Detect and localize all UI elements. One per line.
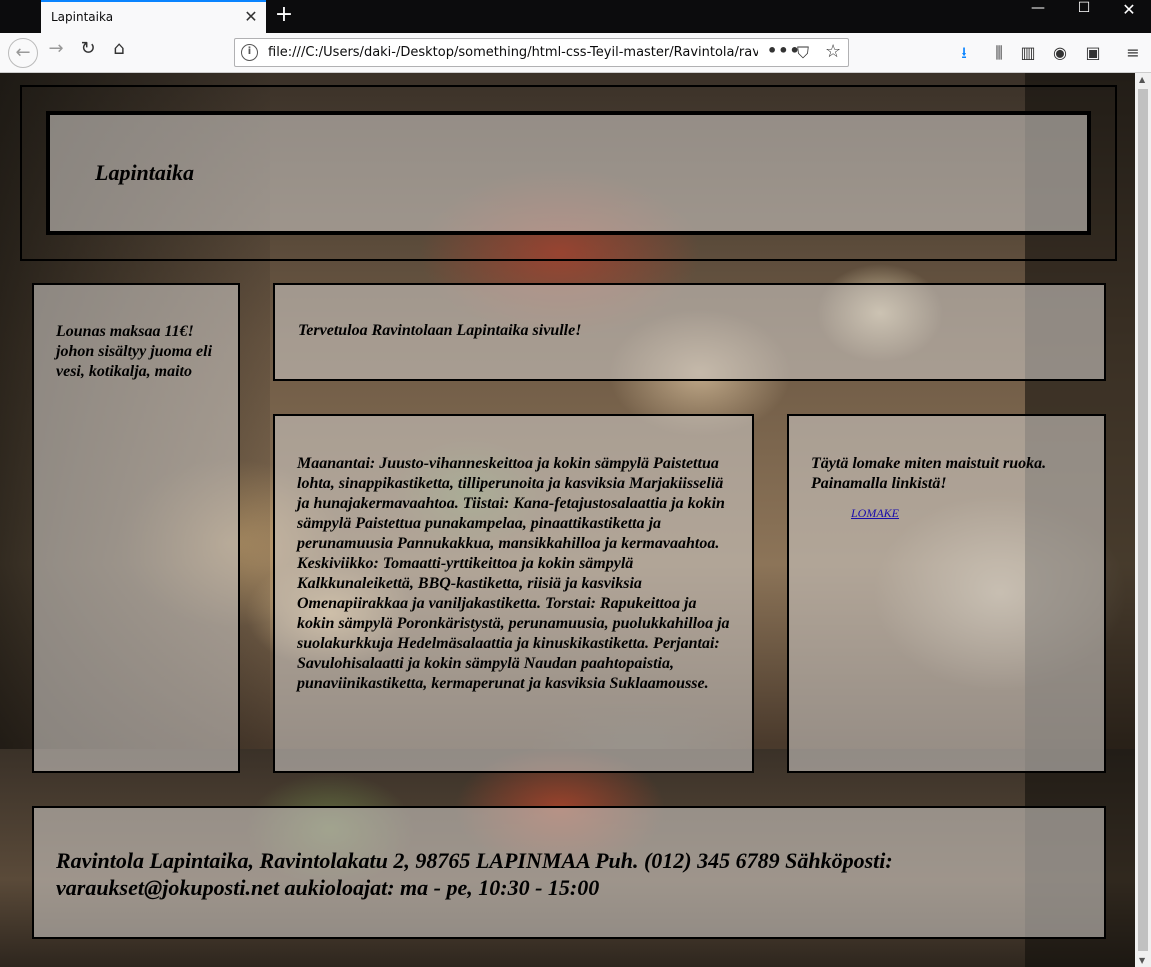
welcome-text: Tervetuloa Ravintolaan Lapintaika sivull… [298,322,582,339]
bookmark-star-icon[interactable]: ☆ [825,41,841,62]
weekly-menu-panel: Maanantai: Juusto-vihanneskeittoa ja kok… [273,414,754,773]
feedback-form-link[interactable]: LOMAKE [851,506,899,521]
lunch-price-panel: Lounas maksaa 11€! johon sisältyy juoma … [32,283,240,773]
footer-contact-text: Ravintola Lapintaika, Ravintolakatu 2, 9… [56,848,893,900]
forward-button[interactable]: → [41,38,71,68]
pocket-icon[interactable]: ⛉ [797,43,809,63]
sidebar-icon[interactable]: ▥ [1016,41,1040,65]
reload-button[interactable]: ↻ [73,38,103,68]
url-text[interactable]: file:///C:/Users/daki-/Desktop/something… [268,45,758,60]
lunch-price-text: Lounas maksaa 11€! johon sisältyy juoma … [56,323,213,380]
weekly-menu-text: Maanantai: Juusto-vihanneskeittoa ja kok… [297,455,730,692]
maximize-button[interactable]: ☐ [1061,0,1107,33]
hamburger-menu-icon[interactable]: ≡ [1121,41,1145,65]
navigation-toolbar: ← → ↻ ⌂ i file:///C:/Users/daki-/Desktop… [0,33,1151,73]
footer: Ravintola Lapintaika, Ravintolakatu 2, 9… [32,806,1106,939]
scroll-down-icon[interactable]: ▼ [1139,956,1145,965]
scroll-up-icon[interactable]: ▲ [1139,75,1145,84]
extension-icon[interactable]: ▣ [1081,41,1105,65]
browser-tab[interactable]: Lapintaika ✕ [41,0,266,33]
home-button[interactable]: ⌂ [104,38,134,68]
download-icon[interactable]: ⭳ [952,41,976,65]
vertical-scrollbar[interactable]: ▲ ▼ [1135,73,1151,967]
close-window-button[interactable]: ✕ [1106,0,1151,33]
title-bar: Lapintaika ✕ + — ☐ ✕ [0,0,1151,33]
page-actions-icon[interactable]: ••• [767,41,801,60]
address-bar[interactable]: i file:///C:/Users/daki-/Desktop/somethi… [234,38,849,67]
new-tab-button[interactable]: + [272,3,296,27]
site-info-icon[interactable]: i [241,44,258,61]
scrollbar-thumb[interactable] [1138,89,1148,951]
tab-close-icon[interactable]: ✕ [242,8,260,26]
site-title: Lapintaika [95,160,195,185]
account-icon[interactable]: ◉ [1048,41,1072,65]
minimize-button[interactable]: — [1015,0,1061,33]
header: Lapintaika [46,111,1091,235]
back-button[interactable]: ← [8,38,38,68]
feedback-panel: Täytä lomake miten maistuit ruoka. Paina… [787,414,1106,773]
library-icon[interactable]: ⫼ [987,41,1011,65]
page-viewport: Lapintaika Lounas maksaa 11€! johon sisä… [0,73,1135,967]
feedback-text: Täytä lomake miten maistuit ruoka. Paina… [811,455,1047,492]
welcome-panel: Tervetuloa Ravintolaan Lapintaika sivull… [273,283,1106,381]
tab-title: Lapintaika [51,10,114,24]
